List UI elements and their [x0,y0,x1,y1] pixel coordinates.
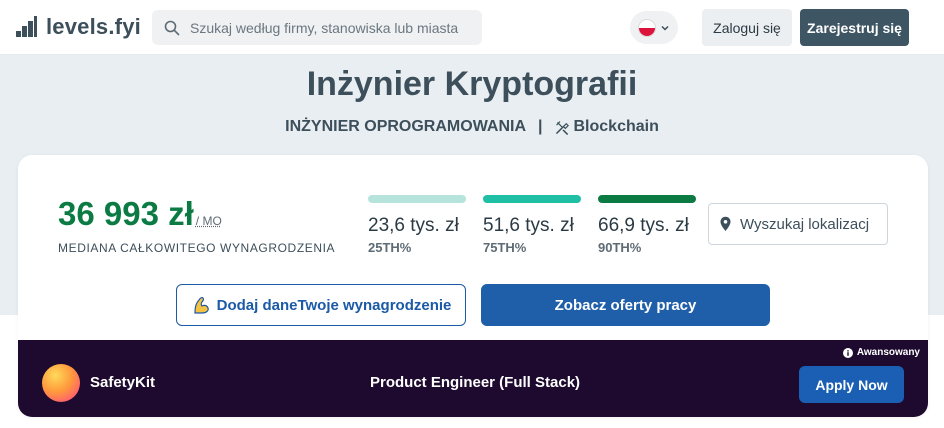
page-subtitle: INŻYNIER OPROGRAMOWANIA | Blockchain [0,118,944,136]
ad-job-title: Product Engineer (Full Stack) [370,374,581,391]
sponsored-label: Awansowany [856,347,920,358]
chevron-down-icon [661,25,669,31]
location-placeholder: Wyszukaj lokalizacj [740,215,870,233]
see-job-offers-button[interactable]: Zobacz oferty pracy [481,284,770,326]
percentile-value: 23,6 tys. zł [368,215,459,236]
location-search[interactable]: Wyszukaj lokalizacj [708,203,888,245]
info-icon [842,347,853,358]
median-salary: 36 993 zł / MO MEDIANA CAŁKOWITEGO WYNAG… [58,195,335,255]
sponsored-job-ad[interactable]: Awansowany SafetyKit Product Engineer (F… [18,340,928,417]
tools-icon [555,120,569,135]
levels-logo-icon [16,16,37,37]
login-button[interactable]: Zaloguj się [702,9,792,46]
percentile-75: 51,6 tys. zł 75TH% [483,195,581,255]
company-logo [42,364,80,402]
median-period-toggle[interactable]: / MO [196,214,222,228]
register-button[interactable]: Zarejestruj się [800,9,909,46]
median-value-row: 36 993 zł / MO [58,195,335,233]
percentile-bar [483,195,581,203]
search-icon [164,20,180,35]
percentile-90: 66,9 tys. zł 90TH% [598,195,696,255]
logo[interactable]: levels.fyi [14,14,141,40]
percentile-value: 66,9 tys. zł [598,215,689,236]
add-salary-label: Dodaj daneTwoje wynagrodzenie [216,296,452,314]
search-input[interactable] [190,19,470,36]
search-bar[interactable] [152,10,482,45]
percentile-label: 90TH% [598,240,642,255]
page-title: Inżynier Kryptografii [306,65,638,103]
blockchain-tag[interactable]: Blockchain [555,118,659,136]
subtitle-separator: | [538,118,543,135]
flexed-arm-icon [194,297,209,314]
percentile-label: 25TH% [368,240,412,255]
sponsored-badge[interactable]: Awansowany [842,347,920,358]
poland-flag-icon [638,18,656,37]
location-pin-icon [720,216,731,231]
percentile-25: 23,6 tys. zł 25TH% [368,195,466,255]
apply-now-button[interactable]: Apply Now [799,366,904,403]
median-label: MEDIANA CAŁKOWITEGO WYNAGRODZENIA [58,241,336,255]
language-selector[interactable] [630,11,678,44]
top-navigation-bar: levels.fyi Zaloguj się Zarejestruj się [0,0,944,55]
percentile-value: 51,6 tys. zł [483,215,574,236]
median-value: 36 993 zł [58,195,194,232]
add-salary-button[interactable]: Dodaj daneTwoje wynagrodzenie [176,284,466,326]
percentile-label: 75TH% [483,240,527,255]
percentile-bar [598,195,696,203]
logo-text: levels.fyi [46,14,141,39]
salary-card: 36 993 zł / MO MEDIANA CAŁKOWITEGO WYNAG… [18,155,928,417]
job-category-link[interactable]: INŻYNIER OPROGRAMOWANIA [285,118,526,136]
percentile-bar [368,195,466,203]
tag-label: Blockchain [573,118,659,135]
ad-company-name: SafetyKit [90,374,156,391]
